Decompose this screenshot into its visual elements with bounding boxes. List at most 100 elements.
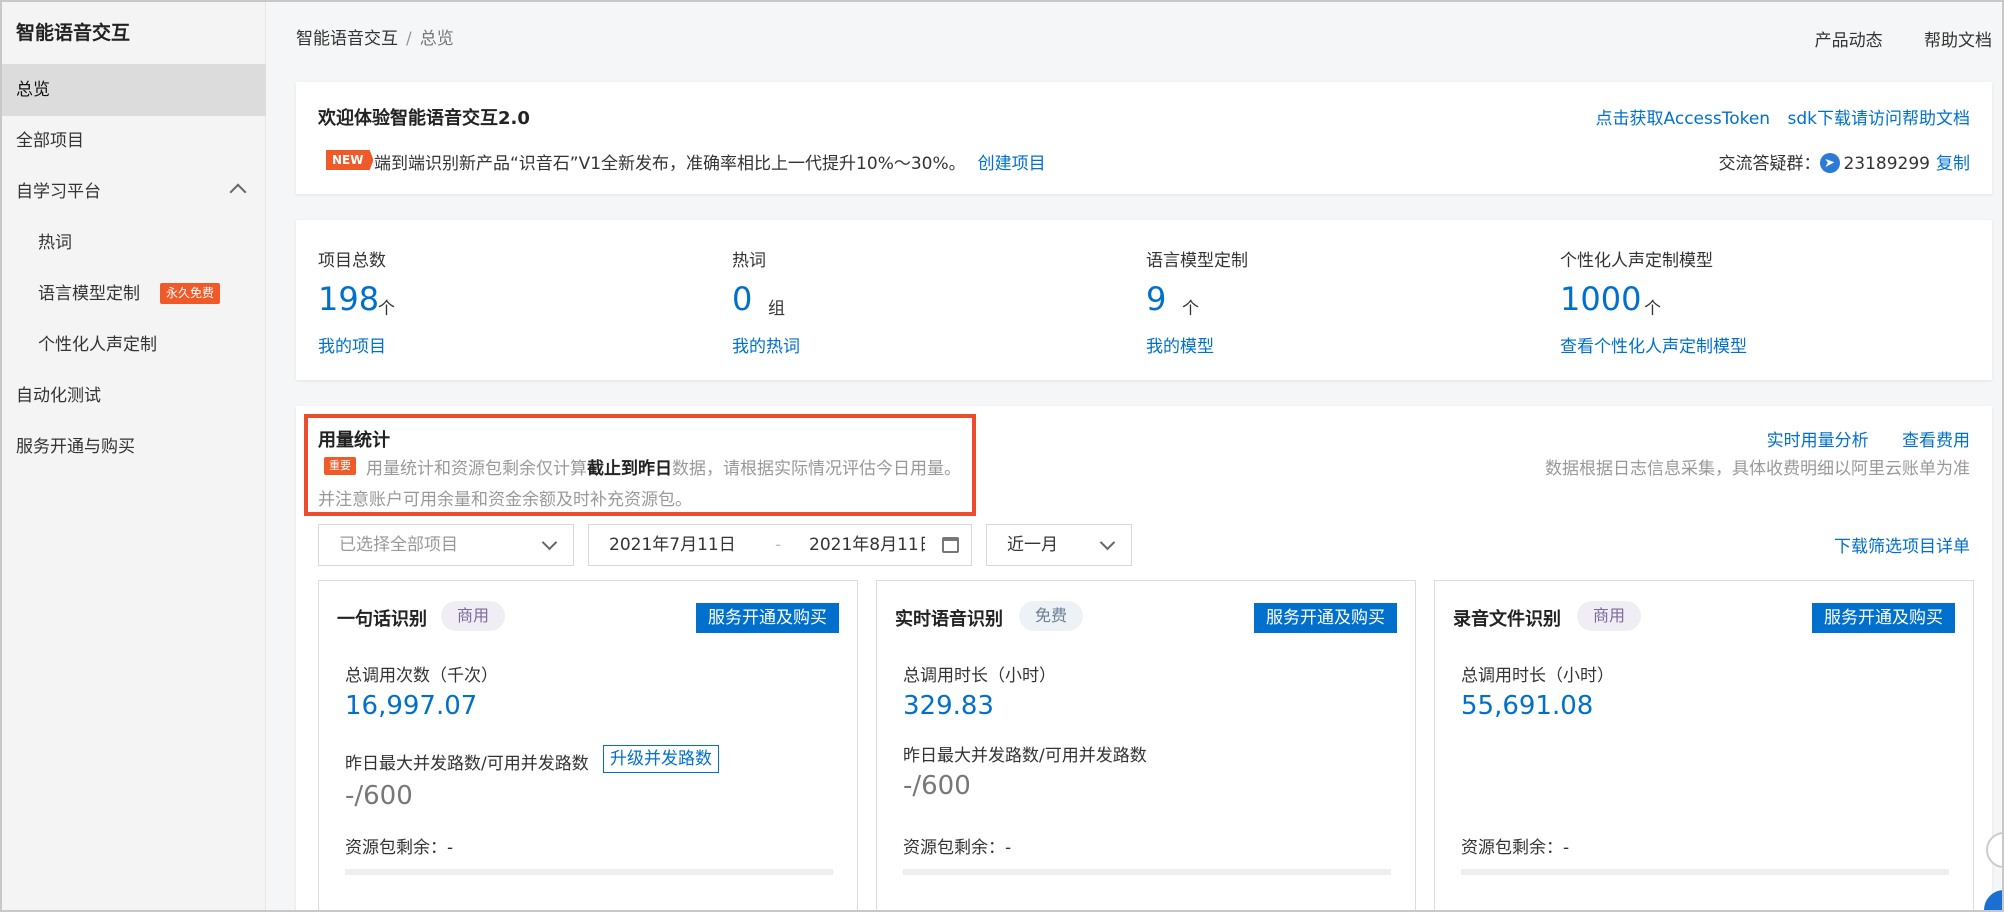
sidebar-item-hotwords[interactable]: 热词 (2, 217, 266, 269)
create-project-link[interactable]: 创建项目 (978, 154, 1046, 174)
sidebar-item-service-purchase[interactable]: 服务开通与购买 (2, 421, 266, 473)
concurrency-label: 昨日最大并发路数/可用并发路数 (903, 746, 1147, 766)
view-cost-link[interactable]: 查看费用 (1902, 431, 1970, 451)
usage-desc-part2: 数据，请根据实际情况评估今日用量。 (672, 459, 961, 479)
date-start[interactable]: 2021年7月11日 (609, 525, 736, 565)
breadcrumb-separator: / (406, 29, 412, 49)
sidebar-item-label: 个性化人声定制 (38, 335, 157, 355)
welcome-title: 欢迎体验智能语音交互2.0 (318, 108, 530, 129)
sidebar-item-auto-test[interactable]: 自动化测试 (2, 370, 266, 422)
new-badge: NEW (326, 150, 374, 170)
sidebar-item-label: 总览 (16, 80, 50, 100)
date-range-picker[interactable]: 2021年7月11日 - 2021年8月11日 (588, 524, 972, 566)
service-card-file-recognition: 录音文件识别 商用 服务开通及购买 总调用时长（小时） 55,691.08 资源… (1434, 580, 1974, 910)
remaining-label: 资源包剩余：- (345, 838, 454, 858)
my-models-link[interactable]: 我的模型 (1146, 332, 1214, 357)
breadcrumb-root[interactable]: 智能语音交互 (296, 29, 398, 49)
range-select-value: 近一月 (1007, 535, 1058, 555)
sidebar-item-self-learning[interactable]: 自学习平台 (2, 166, 266, 218)
chevron-up-icon[interactable] (229, 183, 247, 201)
breadcrumb: 智能语音交互 / 总览 (296, 24, 454, 49)
stat-hotwords: 热词 0 组 我的热词 (710, 220, 1124, 380)
project-select-value: 已选择全部项目 (339, 535, 458, 555)
stat-unit: 个 (378, 299, 395, 319)
sidebar-item-label: 语言模型定制 (38, 284, 140, 304)
concurrency-value: -/600 (345, 781, 413, 811)
metric-value: 55,691.08 (1461, 691, 1594, 721)
my-hotwords-link[interactable]: 我的热词 (732, 332, 800, 357)
service-name: 一句话识别 (337, 609, 427, 630)
access-token-link[interactable]: 点击获取AccessToken (1596, 109, 1771, 129)
chevron-down-icon (1099, 534, 1116, 551)
sidebar-item-label: 全部项目 (16, 131, 84, 151)
stat-label: 热词 (732, 251, 766, 271)
billing-note: 数据根据日志信息采集，具体收费明细以阿里云账单为准 (1545, 459, 1970, 479)
chevron-down-icon (541, 534, 558, 551)
notice-text: 端到端识别新产品“识音石”V1全新发布，准确率相比上一代提升10%～30%。 (374, 154, 966, 174)
stat-value: 0 (732, 280, 753, 318)
remaining-progress-bar (345, 869, 833, 875)
stat-project-count: 项目总数 198 个 我的项目 (296, 220, 710, 380)
sidebar-title: 智能语音交互 (16, 22, 131, 44)
concurrency-label: 昨日最大并发路数/可用并发路数 (345, 754, 589, 774)
upgrade-concurrency-button[interactable]: 升级并发路数 (603, 745, 719, 773)
sidebar-item-label: 自动化测试 (16, 386, 101, 406)
date-separator: - (775, 535, 782, 555)
usage-title: 用量统计 (318, 430, 390, 451)
purchase-button[interactable]: 服务开通及购买 (1812, 603, 1955, 633)
sidebar-item-label: 自学习平台 (16, 182, 101, 202)
service-name: 录音文件识别 (1453, 609, 1561, 630)
sidebar-item-language-model[interactable]: 语言模型定制 永久免费 (2, 268, 266, 320)
stat-value: 9 (1146, 280, 1167, 318)
sidebar-item-voice-customization[interactable]: 个性化人声定制 (2, 319, 266, 371)
calendar-icon[interactable] (942, 537, 959, 553)
service-tag: 商用 (441, 601, 506, 631)
service-tag: 免费 (1019, 601, 1084, 631)
remaining-label: 资源包剩余：- (903, 838, 1012, 858)
qa-group-id: 23189299 (1843, 154, 1930, 174)
free-forever-badge: 永久免费 (160, 283, 221, 304)
stat-language-models: 语言模型定制 9 个 我的模型 (1124, 220, 1538, 380)
app-window: 智能语音交互 总览 全部项目 自学习平台 热词 语言模型定制 永久免费 个性化人… (0, 0, 2004, 912)
usage-links: 实时用量分析 查看费用 (1739, 426, 1970, 451)
main-content: 智能语音交互 / 总览 产品动态 帮助文档 欢迎体验智能语音交互2.0 NEW 端到… (266, 2, 2002, 910)
stat-label: 个性化人声定制模型 (1560, 251, 1713, 271)
project-select[interactable]: 已选择全部项目 (318, 524, 574, 566)
qa-group: 交流答疑群： 23189299 复制 (1718, 149, 1970, 174)
service-name: 实时语音识别 (895, 609, 1003, 630)
sdk-download-link[interactable]: sdk下载请访问帮助文档 (1788, 109, 1971, 129)
view-voice-models-link[interactable]: 查看个性化人声定制模型 (1560, 332, 1747, 357)
my-projects-link[interactable]: 我的项目 (318, 332, 386, 357)
purchase-button[interactable]: 服务开通及购买 (696, 603, 839, 633)
realtime-usage-link[interactable]: 实时用量分析 (1767, 431, 1869, 451)
stat-value: 198 (318, 280, 380, 318)
sidebar-item-overview[interactable]: 总览 (2, 64, 266, 116)
remaining-progress-bar (903, 869, 1391, 875)
metric-label: 总调用时长（小时） (1461, 666, 1614, 686)
product-news-link[interactable]: 产品动态 (1815, 31, 1883, 51)
metric-label: 总调用时长（小时） (903, 666, 1056, 686)
metric-value: 16,997.07 (345, 691, 478, 721)
date-end[interactable]: 2021年8月11日 (809, 525, 925, 565)
product-notice: 端到端识别新产品“识音石”V1全新发布，准确率相比上一代提升10%～30%。 创建… (374, 149, 1046, 174)
usage-description: 用量统计和资源包剩余仅计算截止到昨日数据，请根据实际情况评估今日用量。 (366, 454, 961, 479)
copy-link[interactable]: 复制 (1936, 154, 1970, 174)
breadcrumb-current: 总览 (419, 29, 454, 49)
service-card-realtime-recognition: 实时语音识别 免费 服务开通及购买 总调用时长（小时） 329.83 昨日最大并… (876, 580, 1416, 910)
stats-card: 项目总数 198 个 我的项目 热词 0 组 我的热词 语言模型定制 9 个 我… (296, 220, 1992, 380)
sidebar-item-all-projects[interactable]: 全部项目 (2, 115, 266, 167)
welcome-card: 欢迎体验智能语音交互2.0 NEW 端到端识别新产品“识音石”V1全新发布，准确… (296, 82, 1992, 194)
remaining-label: 资源包剩余：- (1461, 838, 1570, 858)
purchase-button[interactable]: 服务开通及购买 (1254, 603, 1397, 633)
usage-card: 用量统计 重要 用量统计和资源包剩余仅计算截止到昨日数据，请根据实际情况评估今日… (296, 406, 1992, 910)
stat-unit: 个 (1644, 299, 1661, 319)
top-links: 产品动态 帮助文档 (1779, 26, 1992, 51)
stat-label: 语言模型定制 (1146, 251, 1248, 271)
concurrency-value: -/600 (903, 771, 971, 801)
stat-unit: 个 (1182, 299, 1199, 319)
important-badge: 重要 (324, 457, 356, 475)
stat-label: 项目总数 (318, 251, 386, 271)
range-select[interactable]: 近一月 (986, 524, 1132, 566)
help-docs-link[interactable]: 帮助文档 (1924, 31, 1992, 51)
download-details-link[interactable]: 下载筛选项目详单 (1834, 532, 1970, 557)
